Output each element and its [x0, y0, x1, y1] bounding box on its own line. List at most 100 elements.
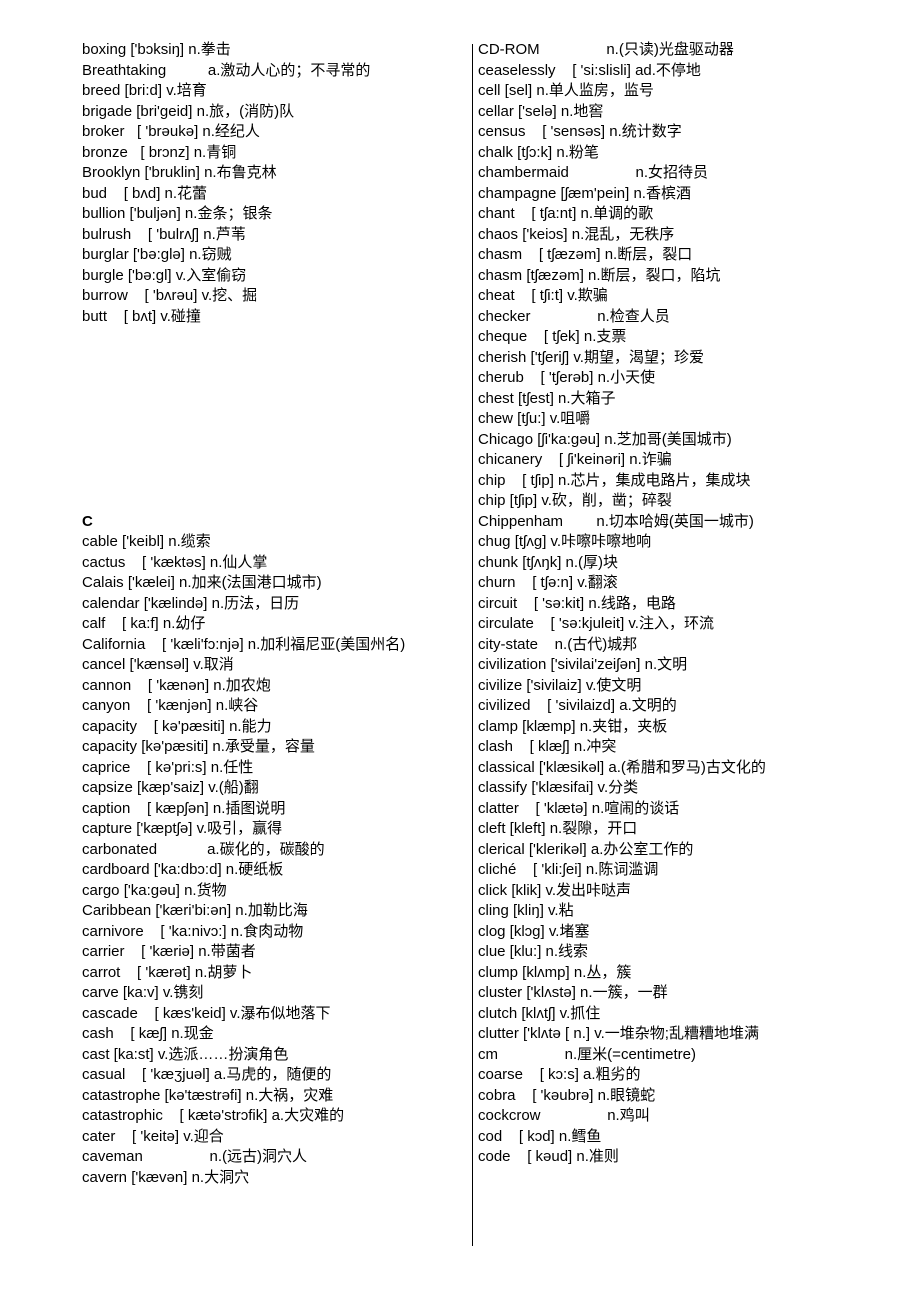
vocabulary-entry: churn [ tʃə:n] v.翻滚	[478, 574, 618, 591]
vocabulary-entry: census [ 'sensəs] n.统计数字	[478, 123, 682, 140]
vocabulary-entry: Brooklyn ['bruklin] n.布鲁克林	[82, 164, 277, 181]
vocabulary-entry: burglar ['bə:glə] n.窃贼	[82, 246, 232, 263]
vocabulary-entry: chalk [tʃɔ:k] n.粉笔	[478, 143, 599, 161]
vocabulary-entry: burgle ['bə:gl] v.入室偷窃	[82, 266, 247, 284]
vocabulary-entry: cannon [ 'kænən] n.加农炮	[82, 676, 271, 694]
dictionary-page: boxing ['bɔksiŋ] n.拳击 Breathtaking a.激动人心…	[0, 0, 920, 1302]
vocabulary-entry: catastrophic [ kætə'strɔfik] a.大灾难的	[82, 1107, 345, 1124]
vocabulary-entry: boxing ['bɔksiŋ] n.拳击	[82, 41, 231, 58]
vocabulary-entry: bronze [ brɔnz] n.青铜	[82, 143, 237, 161]
vocabulary-entry: burrow [ 'bʌrəu] v.挖、掘	[82, 287, 258, 304]
vocabulary-entry: cardboard ['ka:dbɔ:d] n.硬纸板	[82, 861, 284, 878]
vocabulary-entry: cluster ['klʌstə] n.一簇，一群	[478, 984, 668, 1001]
vocabulary-entry: brigade [bri'geid] n.旅，(消防)队	[82, 102, 295, 120]
vocabulary-entry: clatter [ 'klætə] n.喧闹的谈话	[478, 799, 680, 817]
vocabulary-entry: cast [ka:st] v.选派……扮演角色	[82, 1045, 289, 1063]
vocabulary-entry: caprice [ kə'pri:s] n.任性	[82, 758, 254, 776]
vocabulary-entry: champagne [ʃæm'pein] n.香槟酒	[478, 184, 691, 202]
vocabulary-entry: caveman n.(远古)洞穴人	[82, 1148, 308, 1165]
vocabulary-entry: bullion ['buljən] n.金条；银条	[82, 205, 273, 222]
vocabulary-entry: capacity [kə'pæsiti] n.承受量，容量	[82, 738, 315, 755]
vocabulary-entry: capture ['kæptʃə] v.吸引，赢得	[82, 820, 283, 837]
vocabulary-entry: chip [ tʃip] n.芯片，集成电路片，集成块	[478, 471, 751, 489]
vocabulary-entry: cactus [ 'kæktəs] n.仙人掌	[82, 553, 268, 571]
vocabulary-entry: chicanery [ ʃi'keinəri] n.诈骗	[478, 451, 672, 468]
vocabulary-entry: civilization ['sivilai'zeiʃən] n.文明	[478, 656, 688, 673]
vocabulary-entry: bulrush [ 'bulrʌʃ] n.芦苇	[82, 225, 246, 243]
vocabulary-entry: cell [sel] n.单人监房，监号	[478, 82, 654, 99]
vocabulary-entry: capacity [ kə'pæsiti] n.能力	[82, 717, 272, 735]
vocabulary-entry: calendar ['kælində] n.历法，日历	[82, 594, 300, 612]
vocabulary-entry: cod [ kɔd] n.鳕鱼	[478, 1127, 602, 1145]
vocabulary-entry: chaos ['keiɔs] n.混乱，无秩序	[478, 225, 675, 243]
vocabulary-entry: bud [ bʌd] n.花蕾	[82, 184, 208, 202]
right-column: CD-ROM n.(只读)光盘驱动器 ceaselessly [ 'si:slis…	[478, 40, 914, 1168]
vocabulary-entry: clue [klu:] n.线索	[478, 943, 589, 960]
vocabulary-entry: cascade [ kæs'keid] v.瀑布似地落下	[82, 1004, 331, 1022]
vocabulary-entry: cherub [ 'tʃerəb] n.小天使	[478, 369, 656, 386]
vocabulary-entry: canyon [ 'kænjən] n.峡谷	[82, 697, 259, 714]
vocabulary-entry: casual [ 'kæʒjuəl] a.马虎的，随便的	[82, 1066, 332, 1083]
vocabulary-entry: chip [tʃip] v.砍，削，凿；碎裂	[478, 492, 672, 509]
column-divider	[472, 44, 473, 1246]
vocabulary-entry: cheat [ tʃi:t] v.欺骗	[478, 287, 608, 304]
vocabulary-entry: carve [ka:v] v.镌刻	[82, 984, 204, 1001]
vocabulary-entry: clog [klɔg] v.堵塞	[478, 922, 590, 940]
vocabulary-entry: cable ['keibl] n.缆索	[82, 533, 211, 550]
vocabulary-entry: cm n.厘米(=centimetre)	[478, 1045, 696, 1063]
vocabulary-entry: circuit [ 'sə:kit] n.线路，电路	[478, 594, 676, 612]
vocabulary-entry: chest [tʃest] n.大箱子	[478, 389, 616, 407]
vocabulary-entry: cling [kliŋ] v.粘	[478, 902, 574, 919]
vocabulary-entry: circulate [ 'sə:kjuleit] v.注入，环流	[478, 615, 714, 632]
vocabulary-entry: broker [ 'brəukə] n.经纪人	[82, 123, 260, 140]
vocabulary-entry: cavern ['kævən] n.大洞穴	[82, 1168, 250, 1186]
vocabulary-entry: civilize ['sivilaiz] v.使文明	[478, 676, 642, 694]
vocabulary-entry: coarse [ kɔ:s] a.粗劣的	[478, 1066, 641, 1083]
vocabulary-entry: cargo ['ka:gəu] n.货物	[82, 881, 227, 899]
vocabulary-entry: Chicago [ʃi'ka:gəu] n.芝加哥(美国城市)	[478, 430, 732, 448]
vocabulary-entry: clump [klʌmp] n.丛，簇	[478, 963, 632, 981]
vocabulary-entry: civilized [ 'sivilaizd] a.文明的	[478, 697, 677, 714]
vocabulary-entry: clutch [klʌtʃ] v.抓住	[478, 1004, 601, 1022]
vocabulary-entry: clash [ klæʃ] n.冲突	[478, 738, 617, 755]
vocabulary-entry: chant [ tʃa:nt] n.单调的歌	[478, 205, 654, 222]
vocabulary-entry: Caribbean ['kæri'bi:ən] n.加勒比海	[82, 902, 308, 919]
vocabulary-entry: classify ['klæsifai] v.分类	[478, 779, 639, 796]
vocabulary-entry: Chippenham n.切本哈姆(英国一城市)	[478, 512, 754, 530]
vocabulary-entry: ceaselessly [ 'si:slisli] ad.不停地	[478, 61, 701, 79]
vocabulary-entry: carrier [ 'kæriə] n.带菌者	[82, 943, 256, 960]
vocabulary-entry: cleft [kleft] n.裂隙，开口	[478, 820, 638, 837]
vocabulary-entry: code [ kəud] n.准则	[478, 1148, 619, 1165]
vocabulary-entry: classical ['klæsikəl] a.(希腊和罗马)古文化的	[478, 758, 766, 776]
vocabulary-entry: cheque [ tʃek] n.支票	[478, 328, 627, 345]
vocabulary-entry: cockcrow n.鸡叫	[478, 1107, 650, 1124]
vocabulary-entry: cliché [ 'kli:ʃei] n.陈词滥调	[478, 861, 659, 878]
vocabulary-entry: cater [ 'keitə] v.迎合	[82, 1127, 224, 1145]
vocabulary-entry: clutter ['klʌtə [ n.] v.一堆杂物;乱糟糟地堆满	[478, 1025, 759, 1042]
vocabulary-entry: chew [tʃu:] v.咀嚼	[478, 410, 591, 427]
vocabulary-entry: chambermaid n.女招待员	[478, 164, 709, 181]
vocabulary-entry: city-state n.(古代)城邦	[478, 635, 638, 653]
vocabulary-entry: CD-ROM n.(只读)光盘驱动器	[478, 41, 734, 58]
vocabulary-entry: cobra [ 'kəubrə] n.眼镜蛇	[478, 1086, 656, 1104]
vocabulary-entry: calf [ ka:f] n.幼仔	[82, 615, 206, 632]
vocabulary-entry: butt [ bʌt] v.碰撞	[82, 307, 201, 325]
vocabulary-entry: breed [bri:d] v.培育	[82, 82, 207, 99]
vocabulary-entry: click [klik] v.发出咔哒声	[478, 881, 632, 899]
vocabulary-entry: cherish ['tʃeriʃ] v.期望，渴望；珍爱	[478, 348, 704, 366]
vocabulary-entry: capsize [kæp'saiz] v.(船)翻	[82, 779, 259, 796]
vocabulary-entry: catastrophe [kə'tæstrəfi] n.大祸，灾难	[82, 1086, 334, 1104]
vocabulary-entry: chunk [tʃʌŋk] n.(厚)块	[478, 553, 619, 571]
vocabulary-entry: checker n.检查人员	[478, 307, 670, 325]
vocabulary-entry: clamp [klæmp] n.夹钳，夹板	[478, 717, 668, 735]
vocabulary-entry: cancel ['kænsəl] v.取消	[82, 656, 234, 673]
